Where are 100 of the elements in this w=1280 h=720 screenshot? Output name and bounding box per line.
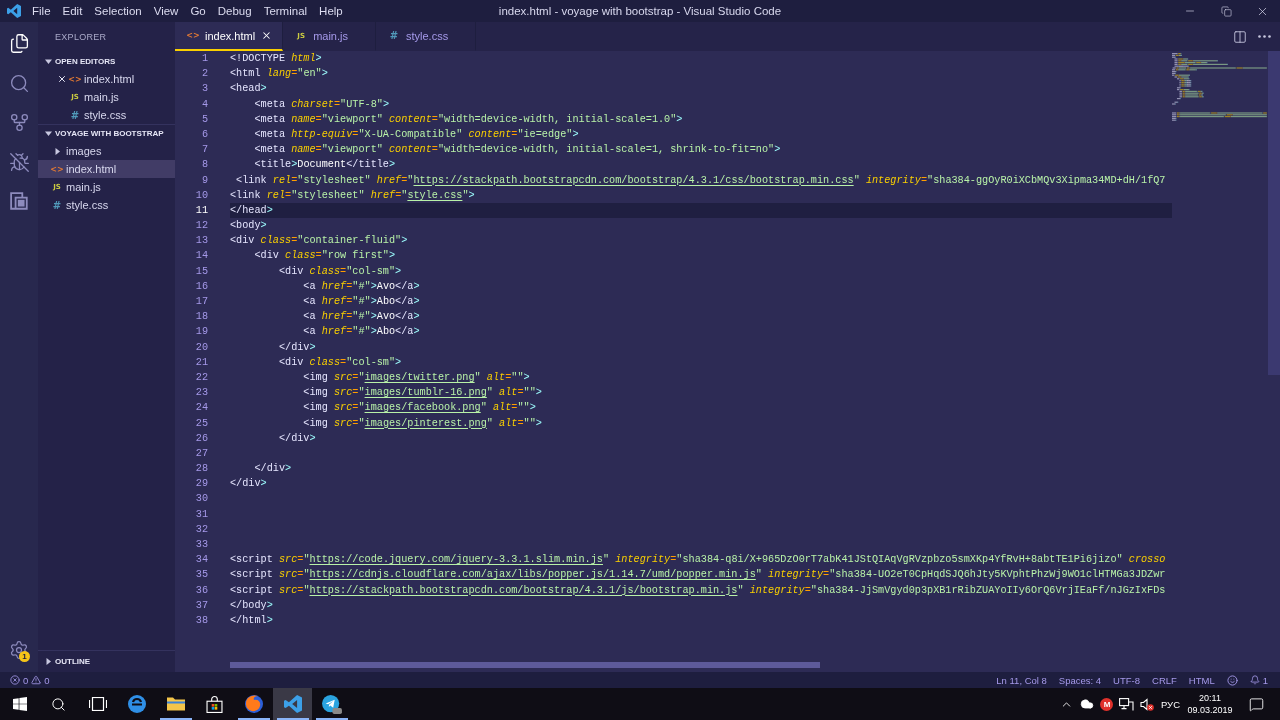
code-line: </div>: [277, 340, 316, 355]
code-line: <img src="images/facebook.png" alt="">: [302, 401, 536, 416]
line-number: 14: [194, 249, 209, 264]
line-number: 5: [200, 112, 209, 127]
menu-item[interactable]: Go: [184, 0, 212, 22]
clock[interactable]: 20:11 09.03.2019: [1184, 688, 1236, 720]
status-item[interactable]: HTML: [1182, 672, 1221, 688]
code-line: <meta charset="UTF-8">: [253, 97, 389, 112]
menu-item[interactable]: Help: [313, 0, 349, 22]
code-line: <head>: [230, 82, 267, 97]
menu-item[interactable]: Selection: [88, 0, 148, 22]
line-number: 19: [194, 325, 209, 340]
line-number: 32: [194, 522, 209, 537]
status-item[interactable]: CRLF: [1146, 672, 1183, 688]
line-number: 4: [200, 97, 209, 112]
cloud-icon[interactable]: [1079, 697, 1094, 711]
settings-icon: [9, 640, 29, 661]
tree-entry[interactable]: <> index.html: [38, 160, 175, 178]
code-line: </div>: [253, 462, 292, 477]
file-type-glyph: <>: [50, 164, 64, 174]
menu-item[interactable]: File: [26, 0, 57, 22]
url-link[interactable]: images/twitter.png: [364, 371, 475, 383]
code-line: <a href="#">Abo</a>: [302, 325, 420, 340]
task-view-icon: [88, 697, 107, 711]
url-link[interactable]: https://cdnjs.cloudflare.com/ajax/libs/popper.js/1.14.7/umd/popper.min.js: [309, 569, 756, 581]
line-number: 16: [194, 279, 209, 294]
open-editor-entry[interactable]: <> index.html: [38, 70, 175, 88]
code-line: <img src="images/tumblr-16.png" alt="">: [302, 386, 542, 401]
line-number: 27: [194, 446, 209, 461]
status-item[interactable]: UTF-8: [1107, 672, 1146, 688]
shopping-bag-icon: [206, 695, 223, 713]
code-logo-icon: [283, 695, 302, 713]
app-tray-badge[interactable]: M: [1100, 697, 1114, 711]
line-number: 30: [194, 492, 209, 507]
editor-tab[interactable]: <> index.html: [175, 22, 284, 51]
url-link[interactable]: images/pinterest.png: [364, 417, 487, 429]
line-number: 38: [194, 613, 209, 628]
status-item[interactable]: Ln 11, Col 8: [990, 672, 1053, 688]
code-line: <!DOCTYPE html>: [230, 52, 322, 66]
error-icon: [10, 675, 20, 685]
file-type-glyph: <>: [187, 31, 199, 40]
url-link[interactable]: https://stackpath.bootstrapcdn.com/bootstrap/4.3.1/css/bootstrap.min.css: [413, 174, 854, 186]
line-number: 1: [200, 52, 209, 66]
line-number: 25: [194, 416, 209, 431]
tree-entry[interactable]: # style.css: [38, 196, 175, 214]
status-item[interactable]: Spaces: 4: [1052, 672, 1108, 688]
line-number: 9: [200, 173, 209, 188]
menu-item[interactable]: View: [147, 0, 185, 22]
split-editor-icon: [1233, 29, 1247, 44]
line-number: 23: [194, 386, 209, 401]
folder-icon: [166, 697, 185, 711]
paper-plane-icon: [321, 694, 342, 714]
url-link[interactable]: https://stackpath.bootstrapcdn.com/bootstrap/4.3.1/js/bootstrap.min.js: [309, 584, 738, 596]
code-line: <div class="row first">: [253, 249, 396, 264]
editor-tab[interactable]: # style.css: [376, 22, 477, 51]
menu-item[interactable]: Terminal: [257, 0, 314, 22]
vertical-scrollbar[interactable]: [1268, 51, 1280, 375]
line-number: 35: [194, 568, 209, 583]
more-icon: [1257, 35, 1271, 38]
menu-item[interactable]: Edit: [56, 0, 89, 22]
count-badge: 1: [19, 650, 30, 662]
code-line: </head>: [230, 203, 273, 218]
code-line: </html>: [230, 613, 273, 628]
line-number: 3: [200, 82, 209, 97]
line-number: 17: [194, 295, 209, 309]
file-type-glyph: <>: [68, 74, 82, 84]
folder-entry[interactable]: images: [38, 142, 175, 160]
muted-speaker-icon[interactable]: [1139, 697, 1154, 711]
url-link[interactable]: https://code.jquery.com/jquery-3.3.1.slim.min.js: [309, 554, 603, 566]
line-number: 7: [200, 143, 209, 158]
settings-button[interactable]: 1: [0, 630, 38, 670]
menu-item[interactable]: Debug: [211, 0, 258, 22]
line-number: 12: [194, 219, 209, 234]
code-line: <script src="https://cdnjs.cloudflare.com/ajax/libs/popper.js/1.14.7/umd/popper.min.js" integrity="sha384-UO2eT0CpHqdSJQ6hJty5KVphtPhzWj9WO1clHTMGa3JDZwr: [230, 568, 1166, 583]
network-icon[interactable]: [1119, 697, 1135, 711]
smiley-icon: [1226, 674, 1238, 686]
url-link[interactable]: images/facebook.png: [364, 402, 481, 414]
line-number: 34: [194, 553, 209, 568]
notifications-button[interactable]: 1: [1243, 672, 1274, 688]
url-link[interactable]: style.css: [407, 189, 463, 201]
url-link[interactable]: images/tumblr-16.png: [364, 387, 487, 399]
line-number: 33: [194, 538, 209, 552]
line-number: 29: [194, 477, 209, 492]
code-line: <img src="images/twitter.png" alt="">: [302, 370, 530, 385]
open-editor-entry[interactable]: # style.css: [38, 106, 175, 124]
code-line: <a href="#">Avo</a>: [302, 279, 420, 294]
section-header[interactable]: OPEN EDITORS: [38, 52, 175, 70]
code-line: <div class="container-fluid">: [230, 234, 408, 249]
language-indicator[interactable]: РУС: [1156, 688, 1184, 720]
problems-button[interactable]: 0 0: [8, 672, 52, 688]
line-number: 13: [194, 234, 209, 249]
horizontal-scrollbar[interactable]: [230, 662, 820, 668]
code-line: <img src="images/pinterest.png" alt="">: [302, 416, 542, 431]
code-line: <a href="#">Avo</a>: [302, 310, 420, 325]
line-number: 37: [194, 598, 209, 613]
code-line: <meta name="viewport" content="width=device-width, initial-scale=1, shrink-to-fit=no">: [253, 143, 781, 158]
app-logo-icon: [7, 4, 21, 18]
close-icon: [261, 30, 273, 41]
line-number: 26: [194, 431, 209, 446]
code-line: <link rel="stylesheet" href="style.css">: [230, 188, 475, 203]
